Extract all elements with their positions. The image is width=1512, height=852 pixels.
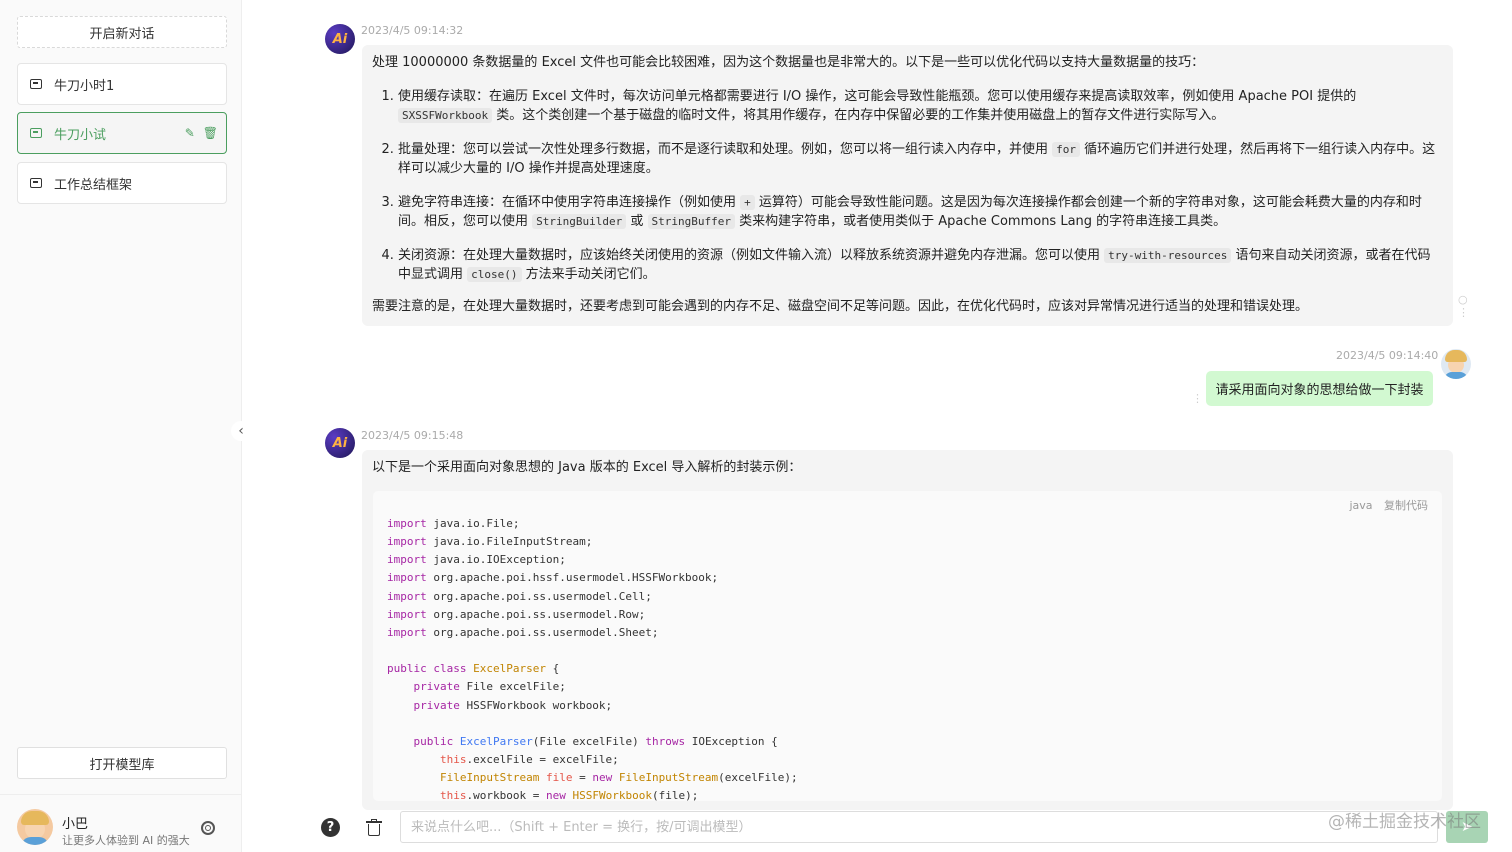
avatar[interactable]	[17, 809, 53, 845]
trash-icon[interactable]	[366, 819, 382, 836]
user-panel: 小巴 让更多人体验到 AI 的强大	[0, 794, 241, 852]
code-language: java	[1349, 499, 1373, 512]
conversation-title: 牛刀小时1	[54, 78, 115, 94]
list-item: 批量处理：您可以尝试一次性处理多行数据，而不是逐行读取和处理。例如，您可以将一组…	[398, 140, 1443, 179]
message-intro: 以下是一个采用面向对象思想的 Java 版本的 Excel 导入解析的封装示例：	[372, 460, 802, 475]
chat-icon	[30, 128, 42, 138]
gear-icon[interactable]	[201, 821, 215, 835]
sidebar: 开启新对话 牛刀小时1 牛刀小试 ✎ 🗑 工作总结框架 打开模型库 小巴 让更多…	[0, 0, 242, 852]
message-outro: 需要注意的是，在处理大量数据时，还要考虑到可能会遇到的内存不足、磁盘空间不足等问…	[372, 298, 1309, 314]
conversation-item[interactable]: 牛刀小时1	[17, 63, 227, 105]
copy-code-button[interactable]: 复制代码	[1384, 499, 1428, 512]
chat-icon	[30, 178, 42, 188]
code-content: import java.io.File; import java.io.File…	[387, 517, 798, 801]
conversation-title: 牛刀小试	[54, 127, 107, 143]
delete-icon[interactable]: 🗑	[203, 126, 218, 140]
chevron-left-icon[interactable]: ‹	[231, 421, 251, 441]
list-item: 关闭资源：在处理大量数据时，应该始终关闭使用的资源（例如文件输入流）以释放系统资…	[398, 246, 1443, 285]
help-icon[interactable]: ?	[321, 818, 340, 837]
edit-icon[interactable]: ✎	[185, 126, 195, 140]
message-timestamp: 2023/4/5 09:14:32	[361, 24, 464, 37]
message-timestamp: 2023/4/5 09:15:48	[361, 429, 464, 442]
list-item: 使用缓存读取：在遍历 Excel 文件时，每次访问单元格都需要进行 I/O 操作…	[398, 87, 1443, 126]
user-name: 小巴	[62, 817, 89, 832]
chat-icon	[30, 79, 42, 89]
conversation-item[interactable]: 工作总结框架	[17, 162, 227, 204]
more-icon[interactable]: ⋮	[1192, 392, 1203, 405]
ai-avatar: Ai	[325, 428, 355, 458]
list-item: 避免字符串连接：在循环中使用字符串连接操作（例如使用 + 运算符）可能会导致性能…	[398, 193, 1443, 232]
watermark: @稀土掘金技术社区	[1328, 812, 1481, 832]
message-timestamp: 2023/4/5 09:14:40	[1336, 349, 1439, 362]
user-description: 让更多人体验到 AI 的强大	[62, 834, 190, 847]
more-icon[interactable]: ○ ⋮	[1458, 293, 1469, 319]
conversation-item-active[interactable]: 牛刀小试 ✎ 🗑	[17, 112, 227, 154]
message-input[interactable]	[400, 811, 1438, 843]
avatar	[1441, 349, 1471, 379]
new-chat-button[interactable]: 开启新对话	[17, 16, 227, 48]
model-library-button[interactable]: 打开模型库	[17, 747, 227, 779]
tips-list: 使用缓存读取：在遍历 Excel 文件时，每次访问单元格都需要进行 I/O 操作…	[372, 87, 1443, 285]
conversation-title: 工作总结框架	[54, 177, 133, 193]
ai-message: 处理 10000000 条数据量的 Excel 文件也可能会比较困难，因为这个数…	[362, 45, 1453, 326]
message-intro: 处理 10000000 条数据量的 Excel 文件也可能会比较困难，因为这个数…	[372, 55, 1205, 70]
code-block: java 复制代码 import java.io.File; import ja…	[373, 491, 1442, 801]
ai-avatar: Ai	[325, 24, 355, 54]
user-message: 请采用面向对象的思想给做一下封装	[1206, 371, 1433, 406]
